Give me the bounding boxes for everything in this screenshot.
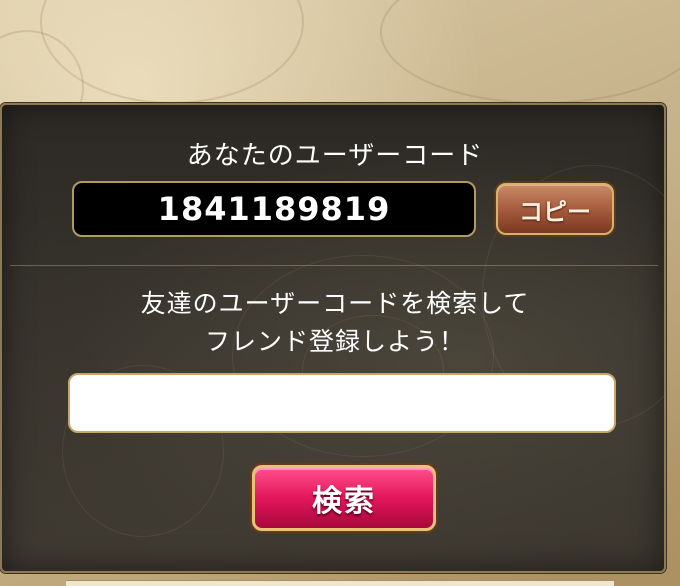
section-divider: [10, 265, 658, 266]
my-code-title: あなたのユーザーコード: [186, 141, 484, 171]
background-ornament: [380, 0, 680, 104]
next-panel-edge: [66, 580, 614, 586]
copy-button-label: コピー: [519, 197, 591, 226]
search-instruction: 友達のユーザーコードを検索して フレンド登録しよう！: [2, 285, 664, 361]
search-instruction-line-1: 友達のユーザーコードを検索して: [140, 289, 530, 318]
search-button[interactable]: 検索: [252, 465, 436, 531]
friend-code-input[interactable]: [68, 373, 616, 433]
copy-button[interactable]: コピー: [496, 183, 614, 235]
search-button-label: 検索: [312, 484, 376, 519]
my-code-display: 1841189819: [72, 181, 476, 237]
search-instruction-line-2: フレンド登録しよう！: [204, 327, 465, 356]
my-code-value: 1841189819: [157, 190, 391, 228]
friend-code-panel: あなたのユーザーコード 1841189819 コピー 友達のユーザーコードを検索…: [0, 103, 666, 573]
